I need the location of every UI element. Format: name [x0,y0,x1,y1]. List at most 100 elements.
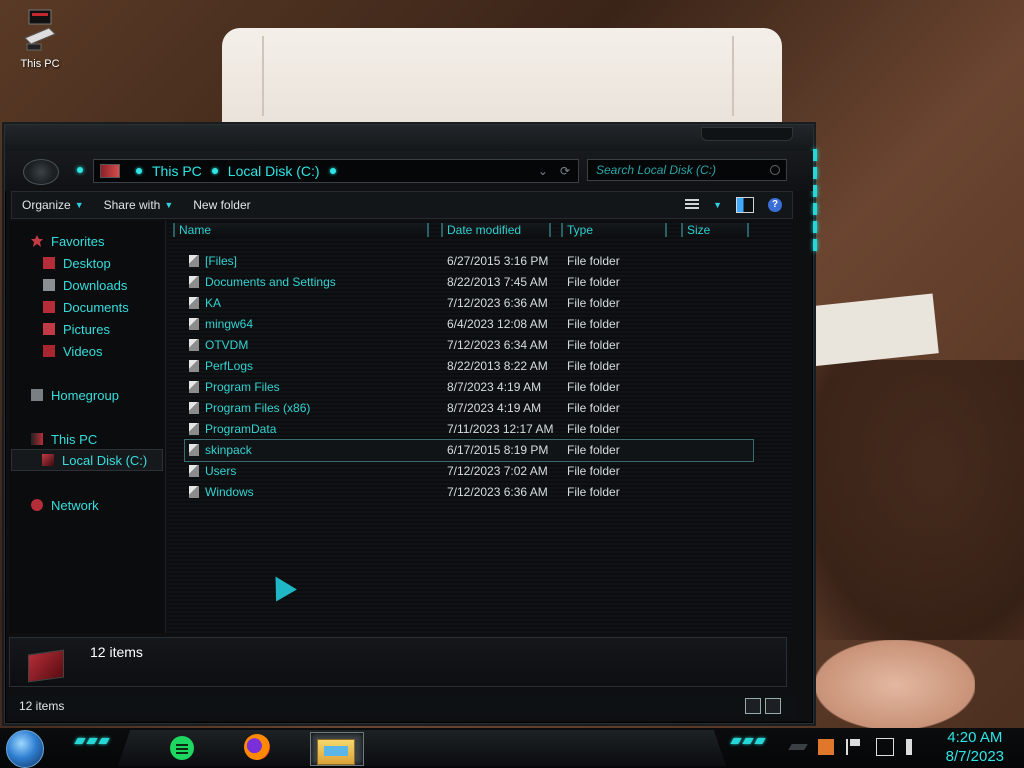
clock-time: 4:20 AM [947,729,1003,746]
file-name: Windows [205,485,254,499]
file-name: skinpack [205,443,252,457]
system-clock[interactable]: 4:20 AM 8/7/2023 [946,728,1004,766]
nav-item-favorites[interactable]: Favorites [31,231,104,251]
network-tray-icon[interactable] [876,738,894,756]
file-row[interactable]: Documents and Settings 8/22/2013 7:45 AM F… [185,272,755,293]
column-header-row: Name Date modified Type Size [167,221,791,239]
file-row[interactable]: Users 7/12/2023 7:02 AM File folder [185,461,755,482]
column-date-modified[interactable]: Date modified [441,223,551,237]
address-dropdown-icon[interactable]: ⌄ [538,164,548,178]
search-input[interactable] [594,162,768,178]
breadcrumb-separator[interactable] [329,168,336,174]
folder-icon [189,423,199,435]
status-item-count: 12 items [19,699,65,713]
flag-icon[interactable] [846,739,864,755]
file-type: File folder [567,401,620,415]
file-row[interactable]: OTVDM 7/12/2023 6:34 AM File folder [185,335,755,356]
file-type: File folder [567,443,620,457]
file-row[interactable]: mingw64 6/4/2023 12:08 AM File folder [185,314,755,335]
pictures-icon [43,323,55,335]
share-with-button[interactable]: Share with ▼ [94,198,184,212]
large-icons-view-icon[interactable] [765,698,781,714]
file-date-modified: 6/4/2023 12:08 AM [447,317,548,331]
file-date-modified: 7/11/2023 12:17 AM [447,422,554,436]
breadcrumb-separator[interactable] [211,168,218,174]
file-row[interactable]: PerfLogs 8/22/2013 8:22 AM File folder [185,356,755,377]
nav-item-network[interactable]: Network [31,495,99,515]
folder-icon [189,318,199,330]
wallpaper-hand [815,640,975,730]
taskbar-file-explorer-button[interactable] [310,732,364,766]
nav-item-homegroup[interactable]: Homegroup [31,385,119,405]
file-date-modified: 8/22/2013 7:45 AM [447,275,548,289]
file-row[interactable]: skinpack 6/17/2015 8:19 PM File folder [184,439,754,462]
folder-icon [189,444,199,456]
file-list-pane[interactable]: Name Date modified Type Size [Files] 6/27… [167,221,791,635]
address-bar[interactable]: This PC Local Disk (C:) ⌄ ⟳ [93,159,579,183]
nav-label: Network [51,497,99,513]
explorer-window[interactable]: This PC Local Disk (C:) ⌄ ⟳ Organize ▼ S… [4,124,817,724]
start-orb-button[interactable] [6,730,44,768]
file-row[interactable]: [Files] 6/27/2015 3:16 PM File folder [185,251,755,272]
nav-label: Desktop [63,255,111,271]
file-row[interactable]: KA 7/12/2023 6:36 AM File folder [185,293,755,314]
file-type: File folder [567,275,620,289]
file-type: File folder [567,380,620,394]
refresh-icon[interactable]: ⟳ [560,164,570,178]
drive-icon [42,454,54,466]
taskbar-decoration [74,738,110,744]
change-view-icon[interactable] [685,199,700,211]
nav-item-downloads[interactable]: Downloads [43,275,127,295]
file-explorer-icon [317,739,355,765]
breadcrumb-this-pc[interactable]: This PC [152,163,202,179]
nav-item-this-pc[interactable]: This PC [31,429,97,449]
column-type[interactable]: Type [561,223,667,237]
column-size[interactable]: Size [681,223,749,237]
preview-pane-icon[interactable] [736,197,754,213]
organize-button[interactable]: Organize ▼ [12,198,94,212]
recent-locations-dot[interactable] [77,167,83,173]
search-icon[interactable] [770,165,780,175]
this-pc-icon [100,164,120,178]
file-type: File folder [567,296,620,310]
taskbar-spotify-button[interactable] [162,732,196,764]
volume-icon[interactable] [906,739,920,755]
nav-item-videos[interactable]: Videos [43,341,103,361]
show-hidden-icons-icon[interactable] [788,744,808,750]
title-bar[interactable] [5,125,813,152]
view-options-chevron-icon[interactable]: ▼ [713,200,722,210]
star-icon [31,235,43,247]
file-name: KA [205,296,222,310]
wallpaper-tab [805,293,939,367]
nav-item-desktop[interactable]: Desktop [43,253,111,273]
desktop-icon-this-pc[interactable]: This PC [14,8,66,70]
new-folder-button[interactable]: New folder [183,198,260,212]
file-row[interactable]: Program Files 8/7/2023 4:19 AM File folder [185,377,755,398]
app-tray-icon[interactable] [818,739,834,755]
breadcrumb-local-disk[interactable]: Local Disk (C:) [228,163,320,179]
search-box[interactable] [587,159,787,181]
computer-icon [31,433,43,445]
nav-item-local-disk[interactable]: Local Disk (C:) [11,449,163,471]
nav-item-pictures[interactable]: Pictures [43,319,110,339]
navigation-pane: Favorites Desktop Downloads Documents Pi… [9,221,166,633]
help-icon[interactable]: ? [768,198,782,212]
file-row[interactable]: ProgramData 7/11/2023 12:17 AM File folder [185,419,755,440]
column-name[interactable]: Name [173,223,429,237]
folder-icon [189,486,199,498]
file-row[interactable]: Program Files (x86) 8/7/2023 4:19 AM File … [185,398,755,419]
breadcrumb-separator[interactable] [136,168,142,174]
taskbar-firefox-button[interactable] [240,732,274,764]
details-view-icon[interactable] [745,698,761,714]
nav-item-documents[interactable]: Documents [43,297,129,317]
folder-icon [189,360,199,372]
details-pane: 12 items [9,637,787,687]
taskbar: 4:20 AM 8/7/2023 [0,728,1024,768]
file-date-modified: 8/7/2023 4:19 AM [447,401,542,415]
clock-date: 8/7/2023 [945,748,1004,765]
taskbar-decoration [730,738,766,744]
back-forward-orb[interactable] [23,159,59,185]
nav-label: Videos [63,343,103,359]
file-row[interactable]: Windows 7/12/2023 6:36 AM File folder [185,482,755,503]
file-date-modified: 7/12/2023 6:36 AM [447,296,548,310]
